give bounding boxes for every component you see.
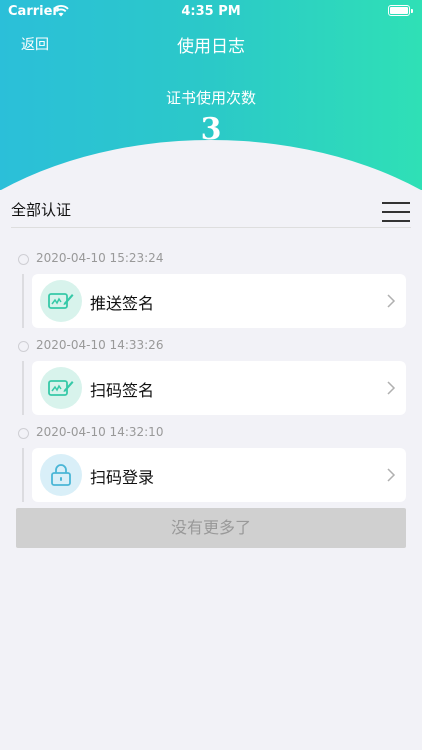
timeline-line <box>22 274 24 328</box>
timeline-line <box>22 448 24 502</box>
timeline-line <box>22 361 24 415</box>
chevron-right-icon <box>387 294 396 308</box>
timeline-entry: 2020-04-10 15:23:24 推送签名 <box>0 248 422 335</box>
lock-icon <box>40 454 82 496</box>
entry-label: 扫码登录 <box>90 468 155 487</box>
chevron-right-icon <box>387 468 396 482</box>
no-more-button: 没有更多了 <box>16 508 406 548</box>
cert-usage-count: 3 <box>200 112 222 147</box>
entry-timestamp: 2020-04-10 15:23:24 <box>36 251 164 265</box>
status-bar: Carrier 4:35 PM <box>0 0 422 24</box>
signature-icon <box>40 280 82 322</box>
cert-usage-label: 证书使用次数 <box>165 89 256 107</box>
divider <box>11 227 411 228</box>
timeline-dot <box>18 341 29 352</box>
log-card-push-sign[interactable]: 推送签名 <box>32 274 406 328</box>
log-card-scan-sign[interactable]: 扫码签名 <box>32 361 406 415</box>
battery-icon <box>388 5 413 16</box>
timeline-dot <box>18 428 29 439</box>
entry-timestamp: 2020-04-10 14:33:26 <box>36 338 164 352</box>
timeline-entry: 2020-04-10 14:32:10 扫码登录 <box>0 422 422 509</box>
timeline-entry: 2020-04-10 14:33:26 扫码签名 <box>0 335 422 422</box>
timeline-dot <box>18 254 29 265</box>
signature-icon <box>40 367 82 409</box>
usage-timeline: 2020-04-10 15:23:24 推送签名 2020-04-10 14:3… <box>0 248 422 509</box>
menu-icon[interactable] <box>382 200 410 224</box>
entry-label: 扫码签名 <box>90 381 155 400</box>
entry-timestamp: 2020-04-10 14:32:10 <box>36 425 164 439</box>
filter-row: 全部认证 <box>0 190 422 228</box>
chevron-right-icon <box>387 381 396 395</box>
page-title: 使用日志 <box>177 37 245 57</box>
entry-label: 推送签名 <box>90 294 155 313</box>
clock: 4:35 PM <box>181 4 241 19</box>
log-card-scan-login[interactable]: 扫码登录 <box>32 448 406 502</box>
filter-label[interactable]: 全部认证 <box>11 199 71 220</box>
